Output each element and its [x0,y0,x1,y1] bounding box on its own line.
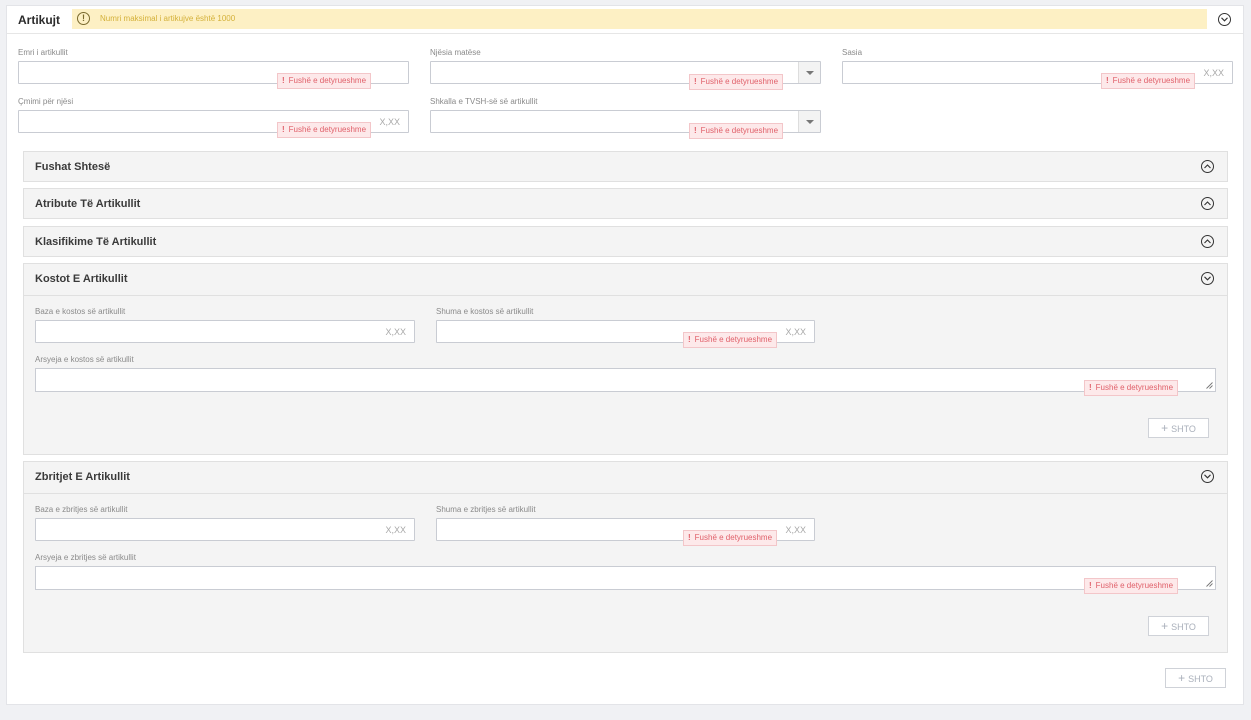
section-discounts: Zbritjet E Artikullit Baza e zbritjes së… [23,461,1228,653]
unit-required: ! Fushë e detyrueshme [689,74,784,90]
add-item-button[interactable]: + SHTO [1165,668,1226,688]
item-name-label: Emri i artikullit [18,48,68,57]
chevron-up-icon[interactable] [1201,235,1214,248]
section-attributes-title: Atribute Të Artikullit [35,198,141,210]
divider [24,295,1227,296]
cost-base-label: Baza e kostos së artikullit [35,307,126,316]
section-extra-fields-title: Fushat Shtesë [35,161,111,173]
plus-icon: + [1178,671,1186,685]
cost-base-placeholder: X,XX [385,327,406,337]
dropdown-arrow-icon[interactable] [798,62,820,83]
cost-amount-placeholder: X,XX [785,327,806,337]
section-costs-header[interactable]: Kostot E Artikullit [24,264,1227,295]
section-classifications[interactable]: Klasifikime Të Artikullit [23,226,1228,257]
discount-base-placeholder: X,XX [385,525,406,535]
section-attributes[interactable]: Atribute Të Artikullit [23,188,1228,219]
cost-reason-required: ! Fushë e detyrueshme [1084,380,1179,396]
dropdown-arrow-icon[interactable] [798,111,820,132]
max-items-warning: ! Numri maksimal i artikujve është 1000 [72,9,1207,29]
plus-icon: + [1161,619,1169,633]
items-header: Artikujt ! Numri maksimal i artikujve ës… [7,6,1243,34]
warning-circle-icon: ! [77,12,90,25]
chevron-down-icon[interactable] [1218,13,1231,26]
vat-rate-required: ! Fushë e detyrueshme [689,123,784,139]
unit-price-placeholder: X,XX [379,117,400,127]
quantity-label: Sasia [842,48,863,57]
discount-base-input[interactable]: X,XX [35,518,415,541]
cost-base-input[interactable]: X,XX [35,320,415,343]
discount-reason-textarea[interactable] [35,566,1216,590]
plus-icon: + [1161,421,1169,435]
chevron-down-icon[interactable] [1201,272,1214,285]
add-discount-button[interactable]: + SHTO [1148,616,1209,636]
discount-base-label: Baza e zbritjes së artikullit [35,505,128,514]
resize-grip-icon[interactable] [1206,382,1213,389]
add-cost-button[interactable]: + SHTO [1148,418,1209,438]
section-discounts-header[interactable]: Zbritjet E Artikullit [24,462,1227,493]
cost-amount-required: ! Fushë e detyrueshme [683,332,778,348]
section-costs: Kostot E Artikullit Baza e kostos së art… [23,263,1228,455]
resize-grip-icon[interactable] [1206,580,1213,587]
cost-reason-label: Arsyeja e kostos së artikullit [35,355,134,364]
discount-amount-label: Shuma e zbritjes së artikullit [436,505,536,514]
quantity-required: ! Fushë e detyrueshme [1101,73,1196,89]
items-panel: Artikujt ! Numri maksimal i artikujve ës… [6,5,1244,705]
discount-amount-required: ! Fushë e detyrueshme [683,530,778,546]
cost-reason-textarea[interactable] [35,368,1216,392]
chevron-up-icon[interactable] [1201,197,1214,210]
unit-price-label: Çmimi për njësi [18,97,74,106]
section-discounts-title: Zbritjet E Artikullit [35,471,130,483]
cost-amount-label: Shuma e kostos së artikullit [436,307,534,316]
discount-reason-required: ! Fushë e detyrueshme [1084,578,1179,594]
unit-price-required: ! Fushë e detyrueshme [277,122,372,138]
warning-text: Numri maksimal i artikujve është 1000 [100,14,236,23]
chevron-up-icon[interactable] [1201,160,1214,173]
chevron-down-icon[interactable] [1201,470,1214,483]
section-classifications-title: Klasifikime Të Artikullit [35,236,157,248]
section-extra-fields[interactable]: Fushat Shtesë [23,151,1228,182]
unit-label: Njësia matëse [430,48,481,57]
item-name-required: ! Fushë e detyrueshme [277,73,372,89]
discount-reason-label: Arsyeja e zbritjes së artikullit [35,553,136,562]
divider [24,493,1227,494]
vat-rate-label: Shkalla e TVSH-së së artikullit [430,97,538,106]
quantity-placeholder: X,XX [1203,68,1224,78]
section-costs-title: Kostot E Artikullit [35,273,128,285]
discount-amount-placeholder: X,XX [785,525,806,535]
items-title: Artikujt [18,13,60,27]
